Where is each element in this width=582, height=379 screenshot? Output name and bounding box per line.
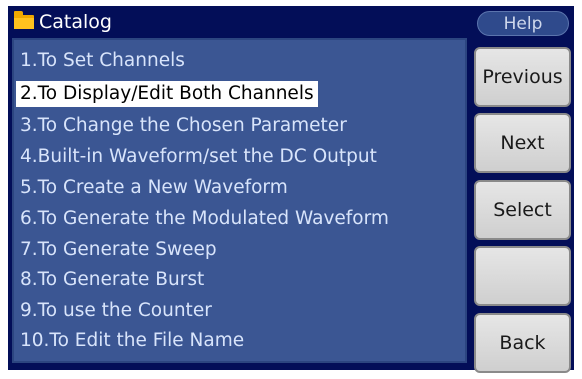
catalog-item-7[interactable]: 7.To Generate Sweep	[16, 237, 221, 263]
catalog-item-2[interactable]: 2.To Display/Edit Both Channels	[16, 81, 318, 107]
title-bar: Catalog	[12, 8, 467, 36]
catalog-item-6[interactable]: 6.To Generate the Modulated Waveform	[16, 206, 393, 232]
blank-soft-key[interactable]	[474, 246, 571, 306]
previous-button[interactable]: Previous	[474, 47, 571, 107]
select-button[interactable]: Select	[474, 180, 571, 240]
catalog-item-4[interactable]: 4.Built-in Waveform/set the DC Output	[16, 144, 381, 170]
catalog-item-10[interactable]: 10.To Edit the File Name	[16, 328, 248, 354]
catalog-item-1[interactable]: 1.To Set Channels	[16, 48, 189, 74]
page-title: Catalog	[39, 11, 112, 33]
catalog-list: 1.To Set Channels 2.To Display/Edit Both…	[12, 38, 467, 363]
soft-key-panel: Help Previous Next Select Back	[473, 8, 572, 373]
catalog-item-9[interactable]: 9.To use the Counter	[16, 298, 216, 324]
catalog-item-8[interactable]: 8.To Generate Burst	[16, 267, 208, 293]
folder-icon	[14, 11, 34, 29]
next-button[interactable]: Next	[474, 113, 571, 173]
catalog-item-5[interactable]: 5.To Create a New Waveform	[16, 175, 292, 201]
back-button[interactable]: Back	[474, 313, 571, 373]
catalog-item-3[interactable]: 3.To Change the Chosen Parameter	[16, 113, 351, 139]
help-button[interactable]: Help	[477, 11, 569, 36]
